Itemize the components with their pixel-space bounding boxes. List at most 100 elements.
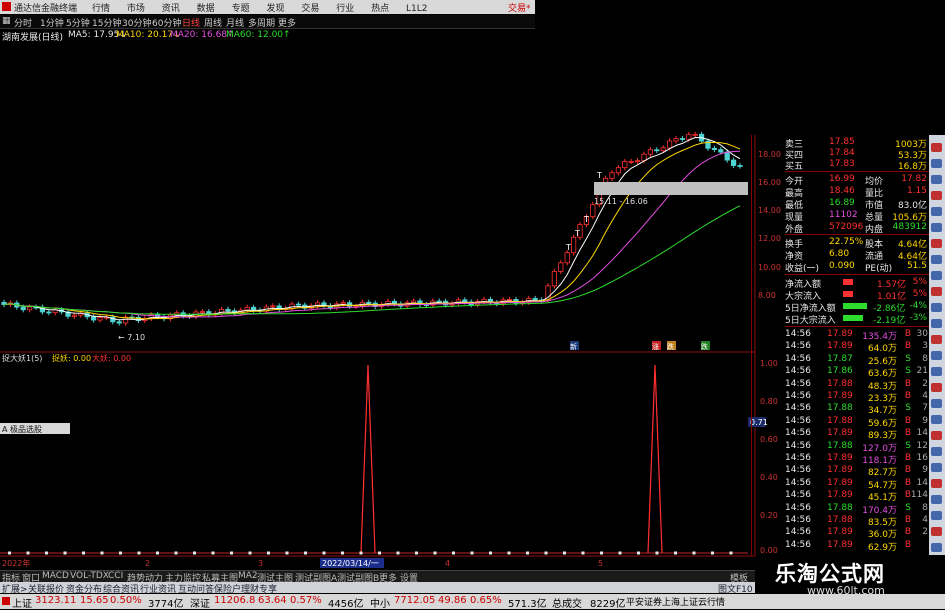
candle-body [609, 172, 615, 179]
candle-body [218, 308, 225, 314]
ma60-line [3, 205, 741, 315]
period-60min[interactable]: 60分钟 [152, 16, 181, 29]
event-marker[interactable]: 跌 [701, 342, 708, 351]
toolbar-icon[interactable] [931, 223, 942, 232]
toolbar-icon[interactable] [931, 463, 942, 472]
toolbar-icon[interactable] [931, 303, 942, 312]
indicator-dot [8, 551, 11, 555]
candle-body [340, 302, 346, 305]
candle-body [180, 312, 186, 317]
toolbar-icon[interactable] [931, 399, 942, 408]
toolbar-icon[interactable] [931, 367, 942, 376]
toolbar-icon[interactable] [931, 479, 942, 488]
toolbar-icon[interactable] [931, 207, 942, 216]
candle-body [705, 140, 711, 149]
candle-body [308, 305, 314, 309]
toolbar-icon[interactable] [931, 271, 942, 280]
candle-body [442, 300, 449, 306]
event-marker[interactable]: 涨 [652, 342, 659, 351]
toolbar-icon[interactable] [931, 543, 942, 552]
period-week[interactable]: 周线 [204, 16, 222, 29]
indicator-dot [322, 551, 326, 555]
period-fenshi[interactable]: 分时 [14, 16, 32, 29]
tab-vol-tdx[interactable]: VOL-TDX [70, 571, 109, 581]
candle-body [423, 304, 430, 306]
menu-item-data[interactable]: 数据 [197, 4, 215, 14]
period-multi[interactable]: 多周期 [248, 16, 275, 29]
tick-list[interactable]: 14:56 17.89 135.4万 B 30 14:56 17.89 64.0万 B 3 14:5… [785, 329, 929, 555]
t-marker: T [596, 171, 602, 180]
toolbar-icon[interactable] [931, 415, 942, 424]
candle-body [378, 304, 385, 307]
menu-item-news[interactable]: 资讯 [162, 4, 180, 14]
trade-link[interactable]: 交易* [508, 1, 531, 14]
sz-label[interactable]: 深证 [190, 595, 210, 610]
stock-picker-button[interactable]: A 极品选股 [2, 424, 42, 434]
indicator-tabs: 指标 窗口 MACD VOL-TDX CCI 趋势动力 主力监控 私募主图 MA… [0, 570, 755, 584]
tab-cci[interactable]: CCI [108, 571, 123, 581]
toolbar-icon[interactable] [931, 495, 942, 504]
toolbar-icon[interactable] [931, 511, 942, 520]
toolbar-icon[interactable] [931, 383, 942, 392]
toolbar-icon[interactable] [931, 335, 942, 344]
candle-body [244, 306, 250, 311]
candle-body [564, 252, 570, 264]
candle-body [481, 298, 487, 302]
tick-row: 14:56 17.88 48.3万 B 2 [785, 378, 928, 392]
indicator-dot [544, 551, 548, 555]
tick-row: 14:56 17.87 25.6万 S 8 [785, 353, 928, 367]
toolbar-icon[interactable] [931, 191, 942, 200]
toolbar-icon[interactable] [931, 255, 942, 264]
period-month[interactable]: 月线 [226, 16, 244, 29]
period-day[interactable]: 日线 [182, 16, 200, 29]
menu-item-market[interactable]: 市场 [127, 4, 145, 14]
tab-ma2[interactable]: MA2 [238, 571, 258, 581]
period-more[interactable]: 更多 [278, 16, 296, 29]
quote-bid-row: 买四 17.84 53.3万 [785, 148, 927, 161]
indicator-dot [507, 551, 511, 555]
right-toolbar[interactable] [929, 135, 945, 555]
period-30min[interactable]: 30分钟 [122, 16, 151, 29]
indicator-dot [100, 551, 104, 555]
indicator-dot [396, 551, 400, 555]
sh-label[interactable]: 上证 [12, 595, 32, 610]
toolbar-icon[interactable] [931, 351, 942, 360]
toolbar-icon[interactable] [931, 175, 942, 184]
event-marker[interactable]: 新 [570, 342, 577, 351]
period-1min[interactable]: 1分钟 [40, 16, 64, 29]
toolbar-icon[interactable] [931, 143, 942, 152]
candle-body [212, 312, 218, 316]
menu-item-l1l2[interactable]: L1L2 [406, 4, 427, 14]
total-amount: 8229亿 [590, 599, 626, 610]
toolbar-icon[interactable] [931, 159, 942, 168]
menu-item-industry[interactable]: 行业 [336, 4, 354, 14]
indicator-dot [156, 551, 159, 555]
tab-macd[interactable]: MACD [42, 571, 69, 581]
toolbar-icon[interactable] [931, 527, 942, 536]
stock-name: 湖南发展(日线) [2, 33, 64, 43]
menu-item-hot[interactable]: 热点 [371, 4, 389, 14]
menu-item-discover[interactable]: 发现 [266, 4, 284, 14]
ma20-value: MA20: 16.68↑ [170, 30, 235, 40]
menu-item-topic[interactable]: 专题 [232, 4, 250, 14]
candle-body [647, 149, 654, 155]
period-grid-icon[interactable]: ▦ [2, 16, 11, 26]
candle-body [78, 312, 84, 316]
tick-row: 14:56 17.89 45.1万 B 114 [785, 490, 928, 504]
toolbar-icon[interactable] [931, 447, 942, 456]
zx-label[interactable]: 中小 [370, 595, 390, 610]
period-5min[interactable]: 5分钟 [66, 16, 90, 29]
sh-index: 3123.11 [35, 595, 77, 606]
quote-stat-row: 最低 16.89 市值 83.0亿 [785, 198, 927, 211]
menu-item-trade[interactable]: 交易 [301, 4, 319, 14]
toolbar-icon[interactable] [931, 287, 942, 296]
toolbar-icon[interactable] [931, 431, 942, 440]
indicator-dot [452, 551, 455, 555]
candle-body [295, 303, 302, 306]
toolbar-icon[interactable] [931, 319, 942, 328]
toolbar-icon[interactable] [931, 239, 942, 248]
x-cursor-date: 2022/03/14/一 [322, 559, 379, 568]
menu-item-hq[interactable]: 行情 [92, 4, 110, 14]
period-15min[interactable]: 15分钟 [92, 16, 121, 29]
event-marker[interactable]: 跌 [667, 342, 674, 351]
